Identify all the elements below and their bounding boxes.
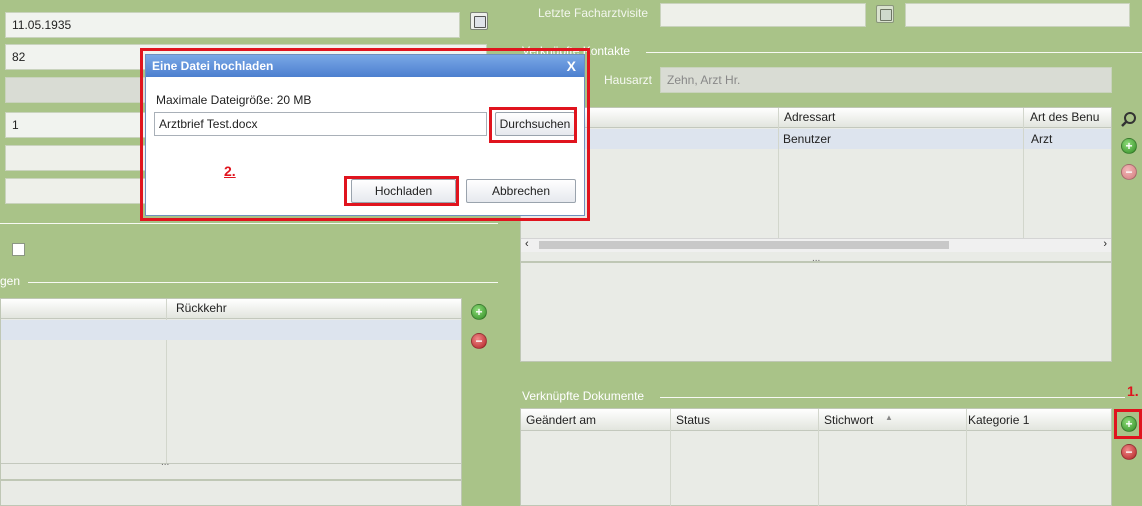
last-visit-field[interactable]: [660, 3, 866, 27]
column-header-status[interactable]: Status: [671, 409, 710, 431]
file-path-input[interactable]: Arztbrief Test.docx: [154, 112, 487, 136]
scroll-left-icon[interactable]: ‹: [525, 238, 529, 250]
remove-icon[interactable]: −: [471, 333, 487, 349]
group-label: gen: [0, 274, 21, 288]
last-visit-label: Letzte Facharztvisite: [538, 6, 649, 20]
dialog-title: Eine Datei hochladen: [146, 55, 584, 77]
column-divider: [818, 409, 819, 506]
cell-art: Arzt: [1031, 132, 1053, 146]
splitter-line: [1, 463, 461, 464]
column-header-geaendert-am[interactable]: Geändert am: [521, 409, 596, 431]
add-icon[interactable]: +: [1121, 138, 1137, 154]
highlight-box-browse: [489, 107, 577, 143]
cell-adressart: Benutzer: [783, 132, 832, 146]
column-header-art-des-benutzers[interactable]: Art des Benu: [1025, 108, 1099, 128]
horizontal-scrollbar[interactable]: ‹ ›: [521, 238, 1111, 252]
calendar-icon[interactable]: [470, 12, 488, 30]
contacts-table[interactable]: Adressart Art des Benu Benutzer Arzt ‹ ›: [520, 107, 1112, 262]
remove-document-icon[interactable]: −: [1121, 444, 1137, 460]
sort-up-icon: ▲: [885, 413, 893, 422]
cancel-button[interactable]: Abbrechen: [466, 179, 576, 203]
hausarzt-field[interactable]: Zehn, Arzt Hr.: [660, 67, 1112, 93]
add-icon[interactable]: +: [471, 304, 487, 320]
column-divider: [778, 108, 779, 238]
max-size-label: Maximale Dateigröße: 20 MB: [156, 93, 312, 107]
column-header-stichwort[interactable]: Stichwort: [819, 409, 873, 431]
last-visit-select[interactable]: [905, 3, 1130, 27]
highlight-box-upload: [344, 176, 459, 206]
group-line: [28, 282, 498, 283]
scroll-right-icon[interactable]: ›: [1103, 238, 1107, 250]
contacts-detail-panel: [520, 262, 1112, 362]
step-2-label: 2.: [224, 163, 236, 179]
group-divider: [0, 223, 498, 224]
close-icon[interactable]: X: [567, 55, 576, 77]
step-1-label: 1.: [1127, 383, 1139, 399]
highlight-box-step-1: [1114, 409, 1142, 439]
group-line: [646, 52, 1142, 53]
calendar-icon[interactable]: [876, 5, 894, 23]
documents-table[interactable]: Geändert am Status Stichwort ▲ Kategorie…: [520, 408, 1112, 506]
group-line: [660, 397, 1125, 398]
column-header-kategorie-1[interactable]: Kategorie 1: [963, 409, 1029, 431]
column-divider: [966, 409, 967, 506]
left-lower-panel: [0, 480, 462, 506]
table-header: Geändert am Status Stichwort ▲ Kategorie…: [521, 409, 1111, 431]
left-table[interactable]: Rückkehr ...: [0, 298, 462, 480]
table-row[interactable]: [1, 320, 461, 340]
remove-icon[interactable]: −: [1121, 164, 1137, 180]
checkbox[interactable]: [12, 243, 25, 256]
scrollbar-thumb[interactable]: [539, 241, 949, 249]
birthdate-field[interactable]: 11.05.1935: [5, 12, 460, 38]
column-header-adressart[interactable]: Adressart: [779, 108, 835, 128]
column-divider: [670, 409, 671, 506]
table-header: Rückkehr: [1, 299, 461, 319]
documents-group-label: Verknüpfte Dokumente: [522, 389, 645, 403]
column-divider: [1023, 108, 1024, 238]
column-header-rueckkehr[interactable]: Rückkehr: [171, 299, 227, 319]
splitter-handle[interactable]: ...: [161, 457, 169, 468]
search-icon[interactable]: [1119, 110, 1139, 130]
hausarzt-label: Hausarzt: [604, 73, 653, 87]
